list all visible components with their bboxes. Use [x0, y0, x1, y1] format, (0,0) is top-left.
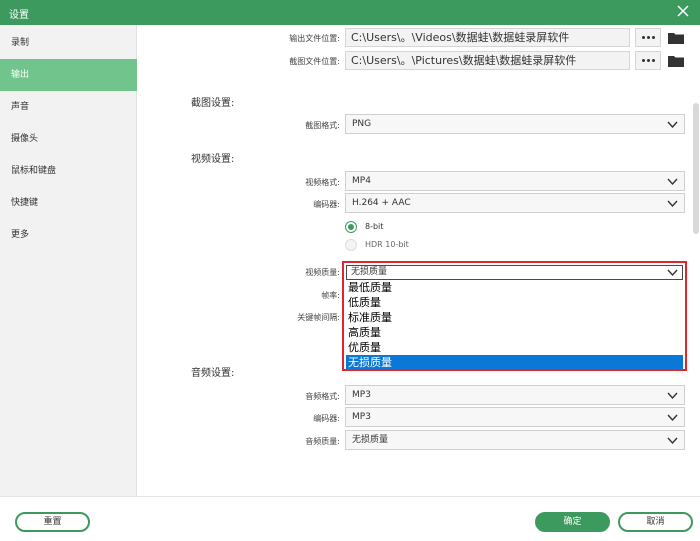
video-format-label: 视频格式: — [305, 178, 340, 187]
framerate-label: 帧率: — [321, 291, 340, 300]
video-quality-label: 视频质量: — [305, 268, 340, 277]
scrollbar-thumb[interactable] — [693, 103, 699, 234]
screenshot-path-label: 截图文件位置: — [289, 57, 340, 66]
video-settings-heading: 视频设置: — [191, 154, 235, 165]
close-icon[interactable] — [675, 3, 691, 19]
chevron-down-icon — [667, 392, 678, 400]
output-path-label: 输出文件位置: — [289, 34, 340, 43]
radio-hdr-10bit-label: HDR 10-bit — [365, 240, 409, 249]
screenshot-path-field[interactable]: C:\Users\。\Pictures\数据蛙\数据蛙录屏软件 — [345, 51, 630, 70]
screenshot-format-label: 截图格式: — [305, 121, 340, 130]
quality-option-excellent[interactable]: 优质量 — [346, 340, 683, 355]
radio-8bit[interactable] — [345, 221, 357, 233]
audio-format-select[interactable]: MP3 — [345, 385, 685, 405]
sidebar-item-more[interactable]: 更多 — [0, 219, 137, 251]
output-folder-icon[interactable] — [668, 31, 684, 44]
sidebar-item-camera[interactable]: 摄像头 — [0, 123, 137, 155]
sidebar-item-hotkeys[interactable]: 快捷键 — [0, 187, 137, 219]
keyframe-interval-label: 关键帧间隔: — [297, 313, 340, 322]
video-format-select[interactable]: MP4 — [345, 171, 685, 191]
sidebar-item-mouse-keyboard[interactable]: 鼠标和键盘 — [0, 155, 137, 187]
sidebar-item-output[interactable]: 输出 — [0, 59, 137, 91]
chevron-down-icon — [667, 414, 678, 422]
sidebar-item-record[interactable]: 录制 — [0, 27, 137, 59]
screenshot-folder-icon[interactable] — [668, 54, 684, 67]
screenshot-path-browse-button[interactable] — [635, 51, 661, 70]
radio-8bit-label: 8-bit — [365, 222, 384, 231]
chevron-down-icon — [667, 200, 678, 208]
audio-quality-label: 音频质量: — [305, 437, 340, 446]
audio-quality-select[interactable]: 无损质量 — [345, 430, 685, 450]
ok-button[interactable]: 确定 — [535, 512, 610, 532]
screenshot-format-select[interactable]: PNG — [345, 114, 685, 134]
sidebar-item-sound[interactable]: 声音 — [0, 91, 137, 123]
chevron-down-icon — [667, 437, 678, 445]
window-title: 设置 — [9, 10, 29, 21]
chevron-down-icon — [667, 269, 678, 277]
quality-option-lossless[interactable]: 无损质量 — [346, 355, 683, 370]
audio-format-label: 音频格式: — [305, 392, 340, 401]
reset-button[interactable]: 重置 — [15, 512, 90, 532]
cancel-button[interactable]: 取消 — [618, 512, 693, 532]
screenshot-settings-heading: 截图设置: — [191, 98, 235, 109]
quality-option-standard[interactable]: 标准质量 — [346, 310, 683, 325]
footer: 重置 确定 取消 — [0, 496, 700, 541]
chevron-down-icon — [667, 178, 678, 186]
content-scrollbar[interactable] — [691, 25, 700, 496]
quality-option-low[interactable]: 低质量 — [346, 295, 683, 310]
video-quality-dropdown[interactable]: 无损质量 最低质量 低质量 标准质量 高质量 优质量 无损质量 — [342, 261, 687, 371]
audio-encoder-label: 编码器: — [313, 414, 340, 423]
output-path-browse-button[interactable] — [635, 28, 661, 47]
video-encoder-label: 编码器: — [313, 200, 340, 209]
radio-hdr-10bit[interactable] — [345, 239, 357, 251]
sidebar: 录制 输出 声音 摄像头 鼠标和键盘 快捷键 更多 — [0, 25, 137, 496]
video-encoder-select[interactable]: H.264 + AAC — [345, 193, 685, 213]
audio-encoder-select[interactable]: MP3 — [345, 407, 685, 427]
output-path-field[interactable]: C:\Users\。\Videos\数据蛙\数据蛙录屏软件 — [345, 28, 630, 47]
audio-settings-heading: 音频设置: — [191, 368, 235, 379]
chevron-down-icon — [667, 121, 678, 129]
title-bar: 设置 — [0, 0, 700, 25]
quality-option-high[interactable]: 高质量 — [346, 325, 683, 340]
quality-option-lowest[interactable]: 最低质量 — [346, 280, 683, 295]
video-quality-select[interactable]: 无损质量 — [346, 265, 683, 280]
